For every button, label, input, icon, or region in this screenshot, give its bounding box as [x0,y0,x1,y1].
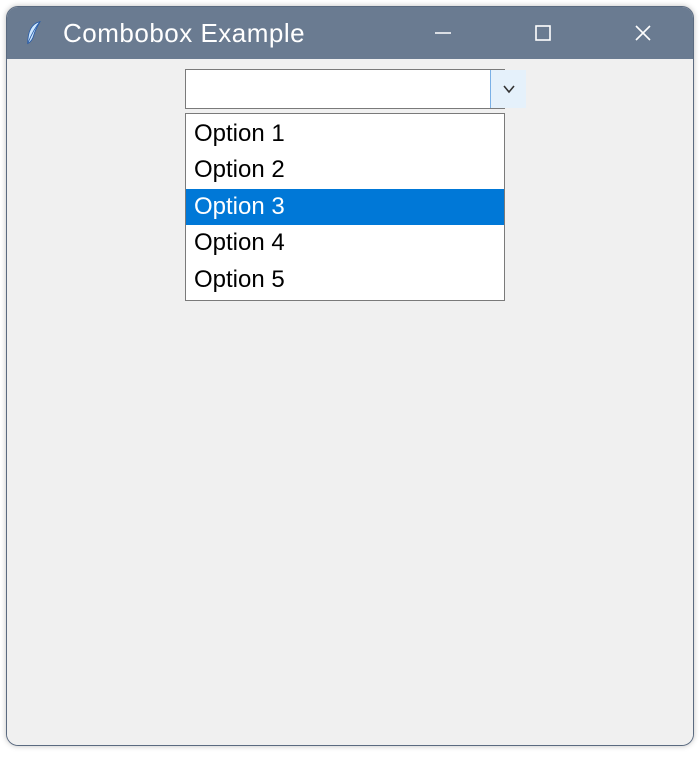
window-title: Combobox Example [63,18,305,49]
feather-icon [21,19,45,47]
combobox-field [185,69,505,109]
minimize-button[interactable] [393,7,493,59]
maximize-button[interactable] [493,7,593,59]
client-area: Option 1 Option 2 Option 3 Option 4 Opti… [7,59,693,745]
combobox-input[interactable] [186,70,490,108]
combobox-option[interactable]: Option 3 [186,189,504,225]
combobox-option[interactable]: Option 2 [186,152,504,188]
combobox-option[interactable]: Option 1 [186,116,504,152]
combobox-option[interactable]: Option 4 [186,225,504,261]
combobox-option[interactable]: Option 5 [186,262,504,298]
combobox-dropdown: Option 1 Option 2 Option 3 Option 4 Opti… [185,113,505,301]
combobox-dropdown-button[interactable] [490,70,526,108]
app-window: Combobox Example [6,6,694,746]
combobox: Option 1 Option 2 Option 3 Option 4 Opti… [185,69,505,109]
titlebar[interactable]: Combobox Example [7,7,693,59]
close-button[interactable] [593,7,693,59]
